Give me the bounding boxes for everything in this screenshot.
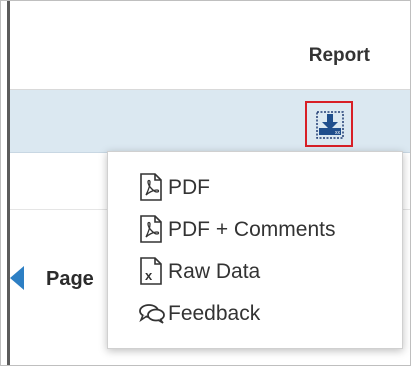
- menu-item-pdf[interactable]: PDF: [138, 170, 210, 206]
- excel-icon: x: [138, 256, 166, 288]
- feedback-icon: [138, 298, 166, 330]
- report-download-button[interactable]: xx: [305, 101, 353, 147]
- pdf-comments-icon: [138, 214, 166, 246]
- menu-item-pdf-comments[interactable]: PDF + Comments: [138, 212, 335, 248]
- pager-label: Page: [46, 268, 94, 290]
- previous-page-icon[interactable]: [10, 266, 24, 290]
- table-header-row: Report: [10, 1, 410, 90]
- pdf-icon: [138, 172, 166, 204]
- menu-item-feedback[interactable]: Feedback: [138, 296, 260, 332]
- report-column-header: Report: [308, 45, 370, 66]
- report-table: Report xx Page PDF PDF + Comments x Raw …: [0, 0, 411, 366]
- menu-item-pdf-comments-label: PDF + Comments: [168, 218, 336, 241]
- menu-item-raw-data[interactable]: x Raw Data: [138, 254, 260, 290]
- export-menu: PDF PDF + Comments x Raw Data Feedback: [107, 151, 403, 349]
- svg-text:xx: xx: [335, 130, 341, 136]
- svg-text:x: x: [145, 268, 153, 283]
- menu-item-raw-data-label: Raw Data: [168, 260, 261, 283]
- download-icon: xx: [316, 111, 344, 139]
- menu-item-pdf-label: PDF: [168, 176, 210, 199]
- menu-item-feedback-label: Feedback: [168, 302, 261, 325]
